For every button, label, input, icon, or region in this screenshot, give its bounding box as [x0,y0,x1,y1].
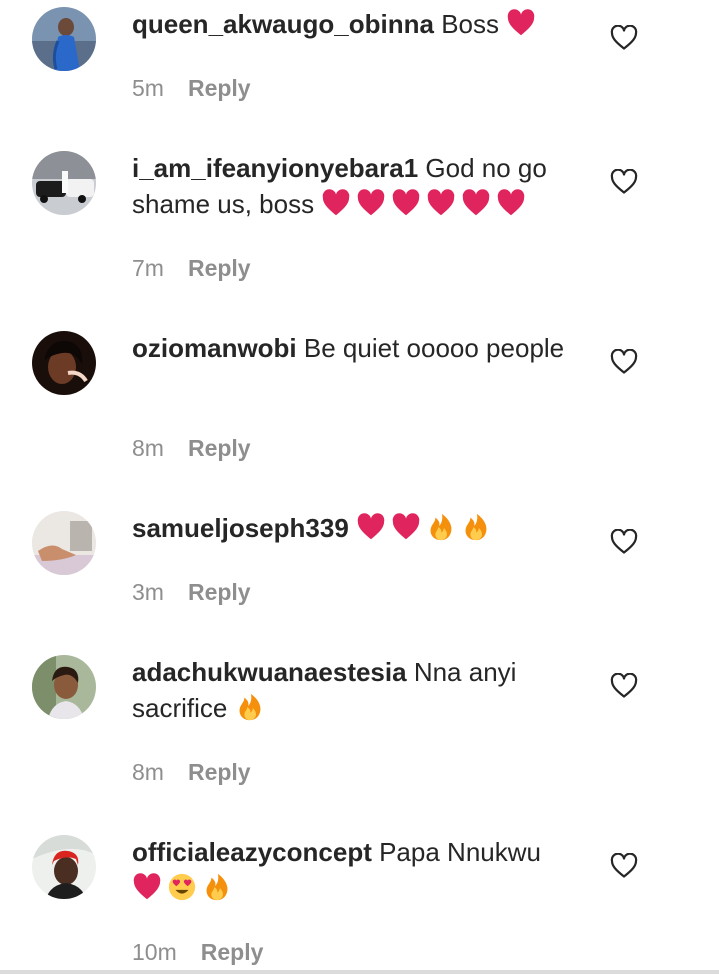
comment-username[interactable]: i_am_ifeanyionyebara1 [132,153,418,183]
comment-meta: 10m Reply [132,938,263,966]
comment-username[interactable]: adachukwuanaestesia [132,657,407,687]
red-heart-emoji [356,188,386,218]
comment-time: 3m [132,579,164,605]
reply-button[interactable]: Reply [188,255,251,281]
avatar[interactable] [32,331,96,395]
reply-button[interactable]: Reply [188,435,251,461]
avatar[interactable] [32,7,96,71]
comment-body: Be quiet ooooo people [303,333,565,363]
fire-emoji [202,872,232,902]
comment-meta: 8m Reply [132,758,251,786]
bottom-divider [0,970,719,974]
comment-body: Boss [441,9,499,39]
comment-time: 10m [132,939,177,965]
heart-eyes-emoji [167,872,197,902]
avatar[interactable] [32,151,96,215]
comment-meta: 3m Reply [132,578,251,606]
comment-time: 7m [132,255,164,281]
comment-body: Papa Nnukwu [379,837,541,867]
comment-meta: 8m Reply [132,434,251,462]
comment-meta: 5m Reply [132,74,251,102]
avatar[interactable] [32,655,96,719]
avatar[interactable] [32,511,96,575]
reply-button[interactable]: Reply [188,75,251,101]
comment-text: samueljoseph339 [132,510,572,546]
red-heart-emoji [321,188,351,218]
comment-text: oziomanwobi Be quiet ooooo people [132,330,572,366]
heart-outline-icon[interactable] [610,169,638,195]
red-heart-emoji [391,512,421,542]
heart-outline-icon[interactable] [610,853,638,879]
comment-text: i_am_ifeanyionyebara1 God no go shame us… [132,150,572,222]
comment-username[interactable]: oziomanwobi [132,333,297,363]
comment-username[interactable]: queen_akwaugo_obinna [132,9,434,39]
red-heart-emoji [461,188,491,218]
red-heart-emoji [426,188,456,218]
reply-button[interactable]: Reply [188,759,251,785]
comment-username[interactable]: samueljoseph339 [132,513,349,543]
comment-time: 8m [132,759,164,785]
comment-text: officialeazyconcept Papa Nnukwu [132,834,572,906]
red-heart-emoji [506,8,536,38]
red-heart-emoji [356,512,386,542]
heart-outline-icon[interactable] [610,529,638,555]
red-heart-emoji [496,188,526,218]
comment-time: 8m [132,435,164,461]
heart-outline-icon[interactable] [610,349,638,375]
reply-button[interactable]: Reply [201,939,264,965]
comment-username[interactable]: officialeazyconcept [132,837,372,867]
reply-button[interactable]: Reply [188,579,251,605]
fire-emoji [461,512,491,542]
red-heart-emoji [391,188,421,218]
comment-text: adachukwuanaestesia Nna anyi sacrifice [132,654,572,726]
avatar[interactable] [32,835,96,899]
heart-outline-icon[interactable] [610,25,638,51]
fire-emoji [235,692,265,722]
comment-text: queen_akwaugo_obinna Boss [132,6,572,42]
comment-meta: 7m Reply [132,254,251,282]
heart-outline-icon[interactable] [610,673,638,699]
comment-time: 5m [132,75,164,101]
red-heart-emoji [132,872,162,902]
fire-emoji [426,512,456,542]
